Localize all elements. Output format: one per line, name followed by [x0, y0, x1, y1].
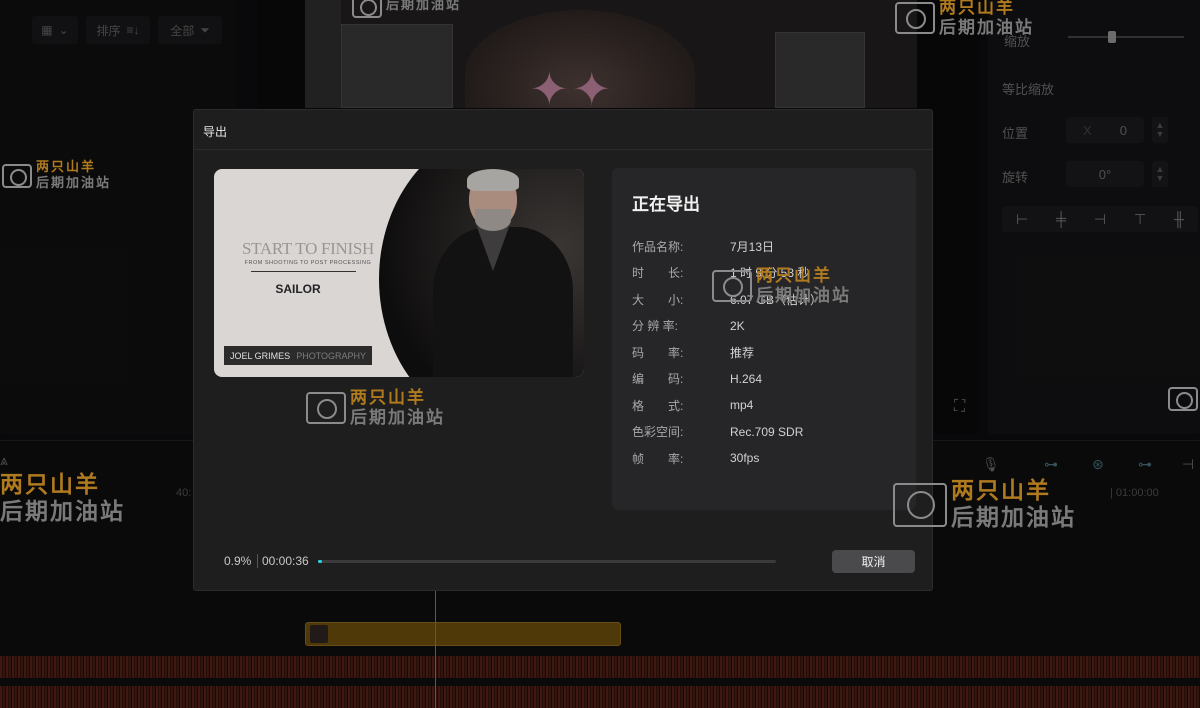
export-detail-value: 30fps — [730, 451, 760, 466]
export-detail-value: mp4 — [730, 398, 754, 413]
export-detail-list: 作品名称: 7月13日时 长: 1 时 9 分 53 秒大 小: 6.07 GB（估计… — [632, 233, 896, 472]
export-detail-label: 分 辨 率: — [632, 319, 679, 334]
export-detail-value: 6.07 GB（估计） — [730, 292, 823, 307]
export-detail-value: 2K — [730, 318, 745, 333]
progress-percent: 0.9% — [224, 554, 252, 568]
export-detail-value: 1 时 9 分 53 秒 — [730, 266, 810, 281]
export-detail-value: 推荐 — [730, 345, 755, 360]
export-detail-label: 时 长: — [632, 266, 684, 281]
export-detail-value: 7月13日 — [730, 239, 775, 254]
cancel-button[interactable]: 取消 — [832, 550, 915, 573]
thumbnail-badge: JOEL GRIMES PHOTOGRAPHY — [224, 346, 373, 365]
export-detail-label: 码 率: — [632, 345, 684, 360]
export-dialog: 导出 START TO FINISH FROM SHOOTING TO POST… — [193, 109, 933, 591]
export-detail-value: Rec.709 SDR — [730, 424, 804, 439]
export-progress-bar — [318, 560, 776, 563]
export-detail-row: 帧 率: 30fps — [632, 445, 896, 472]
export-status-title: 正在导出 — [632, 195, 700, 214]
export-thumbnail: START TO FINISH FROM SHOOTING TO POST PR… — [214, 169, 584, 377]
thumbnail-rule — [251, 271, 356, 272]
export-detail-label: 编 码: — [632, 372, 684, 387]
export-detail-row: 分 辨 率: 2K — [632, 313, 896, 340]
thumbnail-badge-name: JOEL GRIMES — [230, 350, 291, 361]
thumbnail-subheading: FROM SHOOTING TO POST PROCESSING — [244, 260, 372, 266]
progress-elapsed-time: 00:00:36 — [262, 554, 309, 568]
progress-separator — [257, 554, 258, 568]
export-detail-row: 时 长: 1 时 9 分 53 秒 — [632, 260, 896, 287]
export-info-card: 正在导出 作品名称: 7月13日时 长: 1 时 9 分 53 秒大 小: 6.07 … — [612, 168, 916, 510]
export-detail-label: 色彩空间: — [632, 425, 684, 440]
export-detail-row: 码 率: 推荐 — [632, 339, 896, 366]
export-detail-row: 色彩空间: Rec.709 SDR — [632, 419, 896, 446]
export-detail-label: 作品名称: — [632, 239, 684, 254]
export-progress-fill — [318, 560, 323, 563]
thumbnail-heading: START TO FINISH — [242, 239, 374, 258]
export-detail-value: H.264 — [730, 371, 763, 386]
thumbnail-portrait — [419, 169, 584, 377]
export-detail-row: 编 码: H.264 — [632, 366, 896, 393]
thumbnail-badge-sub: PHOTOGRAPHY — [296, 350, 367, 361]
thumbnail-name: SAILOR — [275, 282, 321, 296]
export-detail-label: 大 小: — [632, 292, 684, 307]
export-detail-label: 格 式: — [632, 398, 684, 413]
export-detail-row: 大 小: 6.07 GB（估计） — [632, 286, 896, 313]
export-detail-row: 作品名称: 7月13日 — [632, 233, 896, 260]
export-dialog-title: 导出 — [194, 110, 932, 150]
export-detail-row: 格 式: mp4 — [632, 392, 896, 419]
export-detail-label: 帧 率: — [632, 451, 684, 466]
